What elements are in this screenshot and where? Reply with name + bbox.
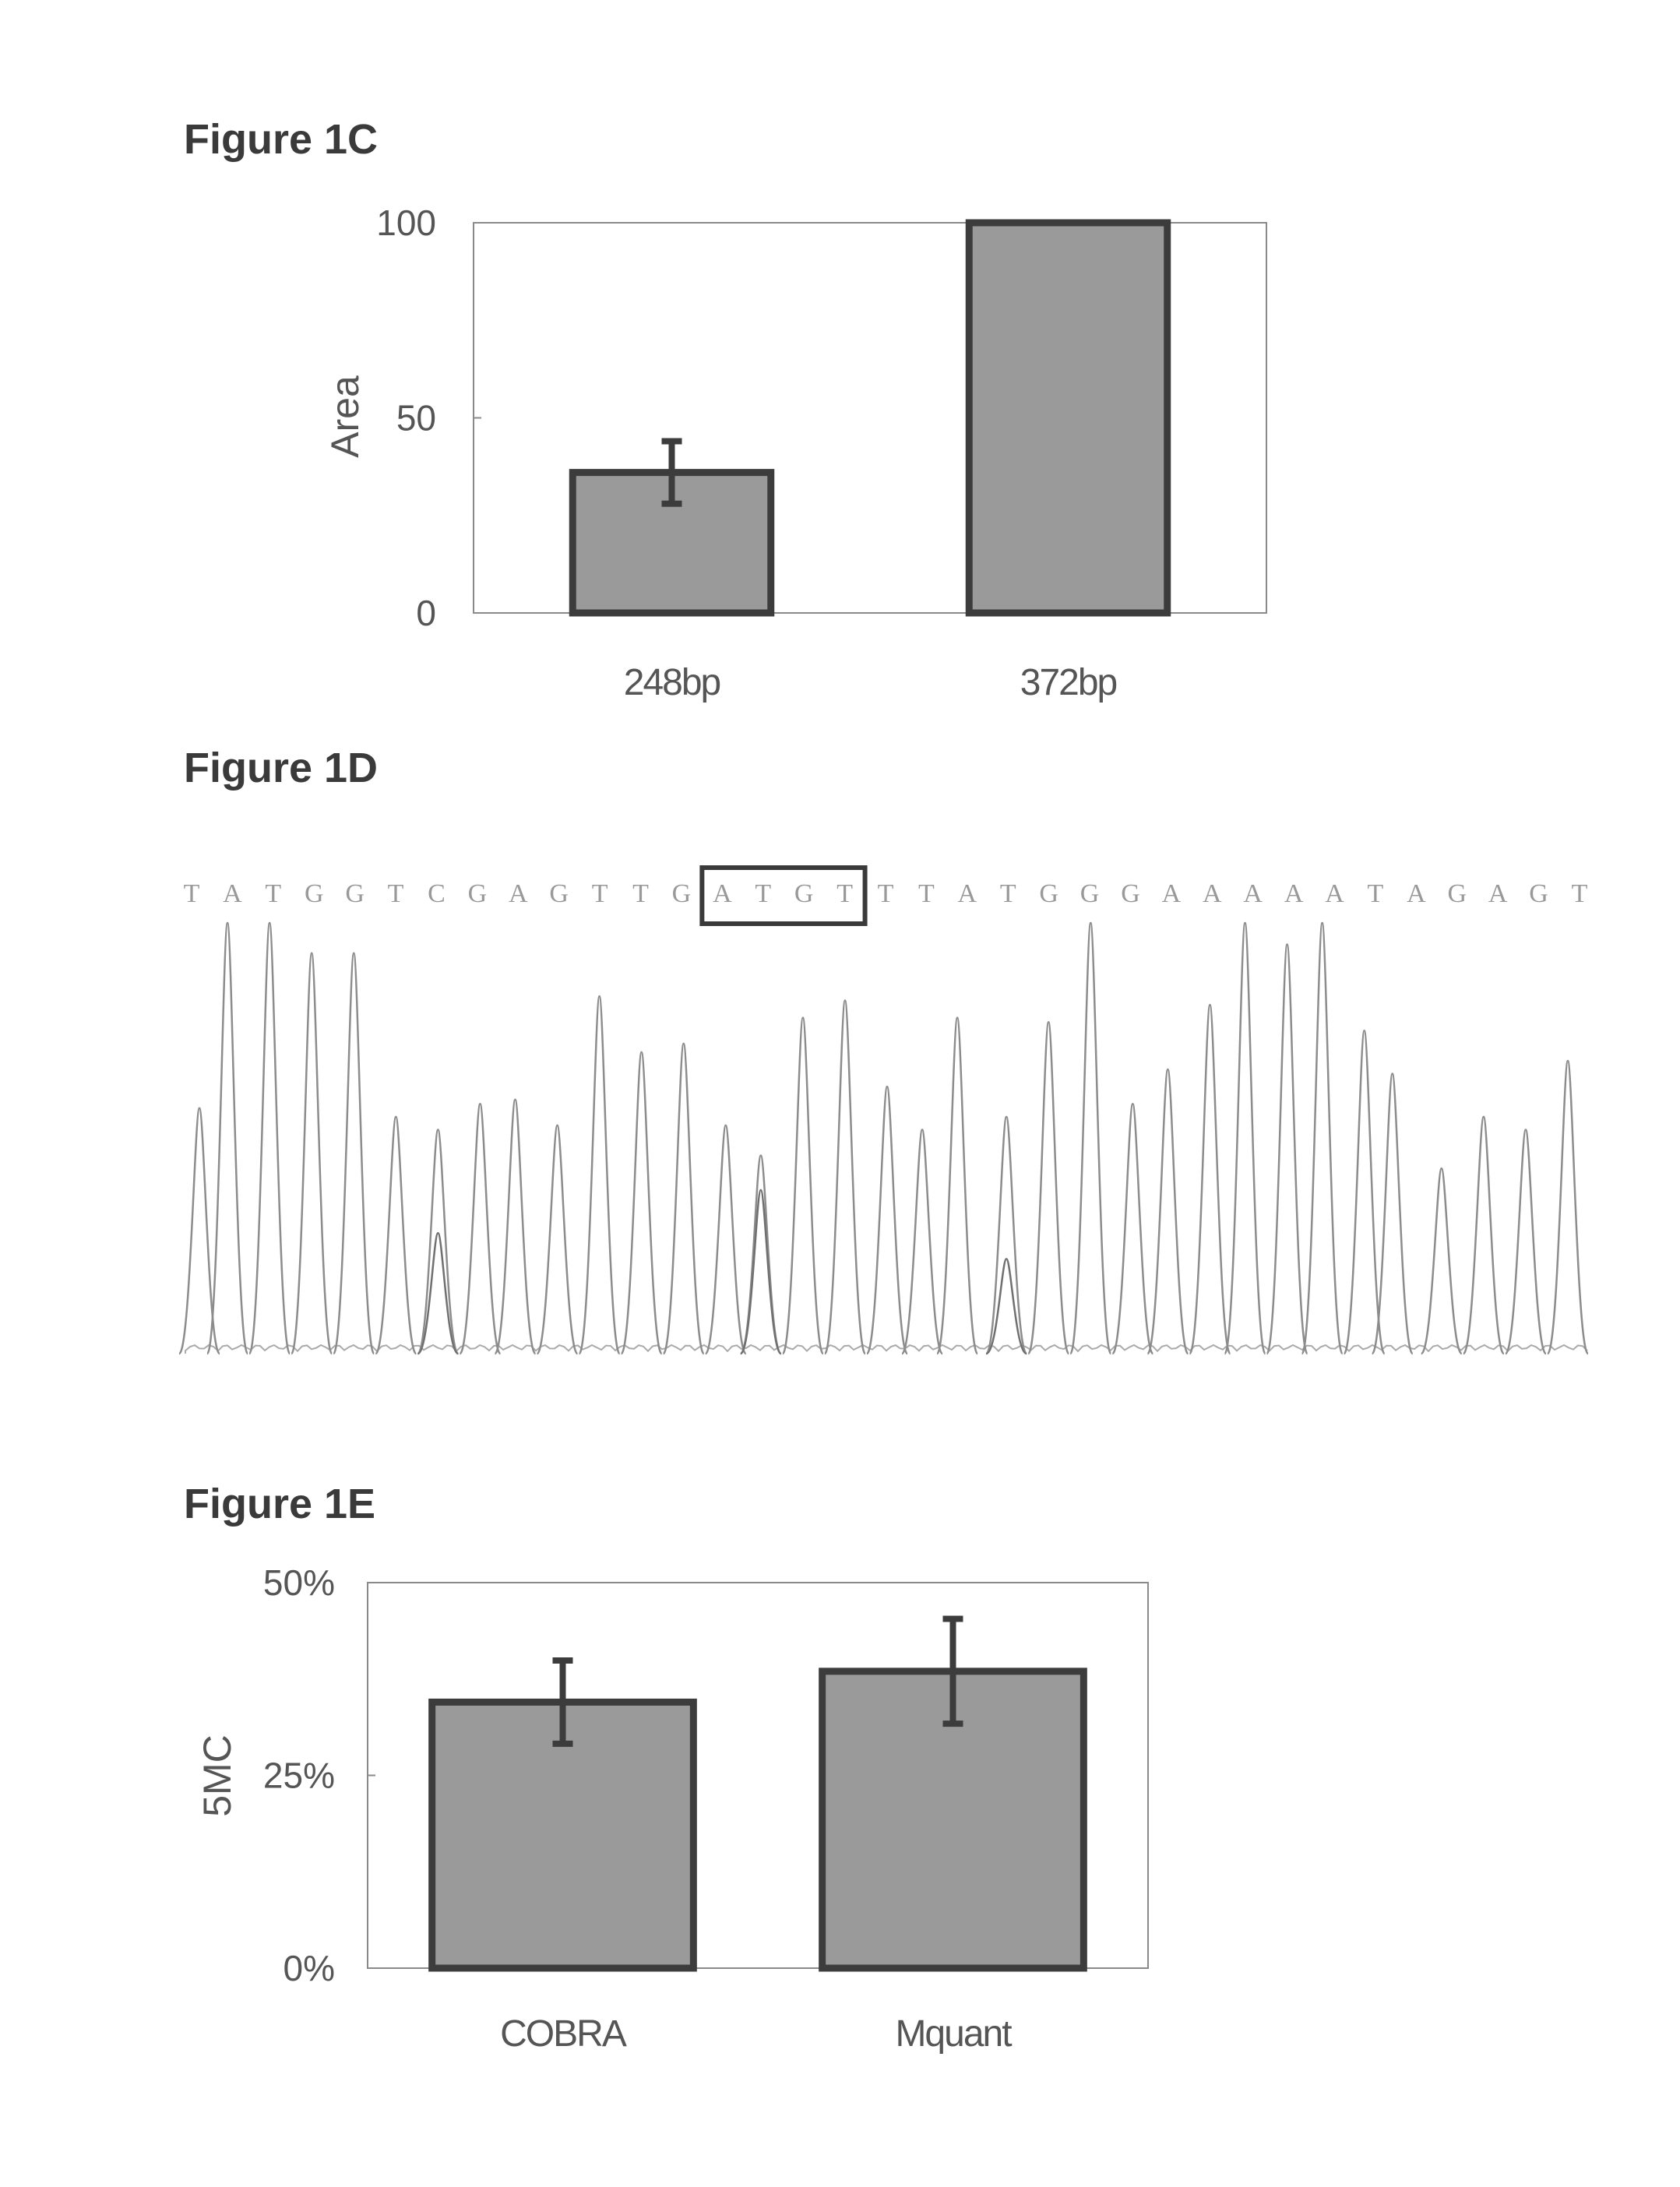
base-call-g: G — [345, 879, 365, 908]
chromatogram-peak — [417, 1129, 460, 1355]
chromatogram-peak — [739, 1154, 783, 1355]
chromatogram-peak — [333, 952, 375, 1355]
base-call-g: G — [1039, 879, 1058, 908]
base-call-t: T — [1368, 879, 1384, 908]
chromatogram-peak — [494, 1098, 537, 1355]
x-category-label: COBRA — [500, 2013, 627, 2055]
baseline-trace — [185, 1344, 1588, 1354]
chromatogram-peak — [1504, 1129, 1548, 1355]
chromatogram-peak — [900, 1129, 944, 1355]
base-call-t: T — [265, 879, 281, 908]
chromatogram-peak — [1343, 1029, 1386, 1355]
base-call-a: A — [1488, 879, 1508, 908]
chromatogram-peak — [1146, 1068, 1189, 1355]
y-axis-label: Area — [323, 375, 367, 458]
chromatogram-peak — [290, 952, 333, 1355]
x-category-label: 372bp — [1020, 662, 1117, 703]
chromatogram-peak — [578, 995, 621, 1355]
base-call-g: G — [794, 879, 814, 908]
base-call-t: T — [918, 879, 935, 908]
chromatogram-peak — [662, 1042, 705, 1355]
base-call-g: G — [305, 879, 324, 908]
base-call-a: A — [1243, 879, 1263, 908]
chromatogram-peak — [704, 1124, 747, 1355]
base-call-g: G — [1529, 879, 1548, 908]
base-call-a: A — [1284, 879, 1304, 908]
y-tick-label: 0 — [416, 593, 436, 633]
base-call-a: A — [713, 879, 732, 908]
base-call-t: T — [1000, 879, 1016, 908]
base-call-g: G — [672, 879, 692, 908]
base-call-t: T — [878, 879, 894, 908]
chromatogram-peak — [781, 1016, 825, 1355]
chromatogram-peak — [865, 1085, 909, 1355]
chromatogram-peak — [248, 921, 291, 1355]
chromatogram-peak — [459, 1103, 502, 1355]
chromatogram-peak — [536, 1124, 579, 1355]
base-call-t: T — [632, 879, 649, 908]
chromatogram-peak — [935, 1016, 979, 1355]
chromatogram-peak — [206, 921, 249, 1355]
chart-1C: 0 50 100 Area 248bp 372bp — [323, 202, 1267, 703]
chromatogram-peak — [1224, 921, 1266, 1355]
chromatogram-peak — [984, 1115, 1028, 1355]
chromatogram-peak — [1301, 921, 1344, 1355]
y-tick-label: 25% — [263, 1756, 335, 1796]
base-call-g: G — [549, 879, 569, 908]
base-call-a: A — [1162, 879, 1182, 908]
y-tick-label: 100 — [376, 202, 436, 243]
base-call-t: T — [755, 879, 771, 908]
chromatogram-peak — [1027, 1020, 1070, 1355]
base-call-a: A — [509, 879, 528, 908]
base-call-a: A — [1203, 879, 1222, 908]
chromatogram-peak — [1069, 921, 1112, 1355]
figure-canvas: 0 50 100 Area 248bp 372bp 0% 25% 50% 5MC COBRA Mqua… — [178, 202, 1590, 2055]
chromatogram-peak — [1266, 943, 1308, 1355]
chromatogram-peak — [375, 1115, 417, 1355]
base-call-g: G — [468, 879, 488, 908]
x-category-label: 248bp — [624, 662, 720, 703]
chart-1E: 0% 25% 50% 5MC COBRA Mquant — [195, 1562, 1149, 2055]
chromatogram-peak — [1189, 1003, 1231, 1355]
base-call-t: T — [836, 879, 853, 908]
chromatogram-peak — [1462, 1115, 1506, 1355]
chromatogram-peak — [620, 1051, 663, 1355]
base-call-a: A — [223, 879, 242, 908]
chromatogram-peak — [1546, 1059, 1590, 1355]
chromatogram-peak — [823, 999, 867, 1355]
base-call-t: T — [1572, 879, 1588, 908]
base-call-g: G — [1447, 879, 1467, 908]
y-axis-label: 5MC — [195, 1734, 239, 1817]
chart-1D: TATGGTCGAGTTGATGTTTATGGGAAAAATAGAGT — [178, 865, 1590, 1355]
base-call-t: T — [388, 879, 404, 908]
y-tick-label: 50% — [263, 1562, 335, 1603]
base-call-g: G — [1121, 879, 1140, 908]
chromatogram-peak — [1111, 1103, 1154, 1355]
base-call-a: A — [1325, 879, 1344, 908]
base-call-g: G — [1080, 879, 1100, 908]
base-call-t: T — [184, 879, 200, 908]
x-category-label: Mquant — [895, 2013, 1012, 2055]
y-tick-label: 0% — [284, 1948, 335, 1988]
y-tick-label: 50 — [396, 398, 436, 438]
base-call-t: T — [592, 879, 608, 908]
base-call-a: A — [958, 879, 977, 908]
chromatogram-minor-peak — [985, 1258, 1027, 1355]
base-call-a: A — [1407, 879, 1426, 908]
base-call-c: C — [428, 879, 446, 908]
bar-372bp — [965, 219, 1171, 617]
chromatogram-peak — [1420, 1167, 1463, 1355]
